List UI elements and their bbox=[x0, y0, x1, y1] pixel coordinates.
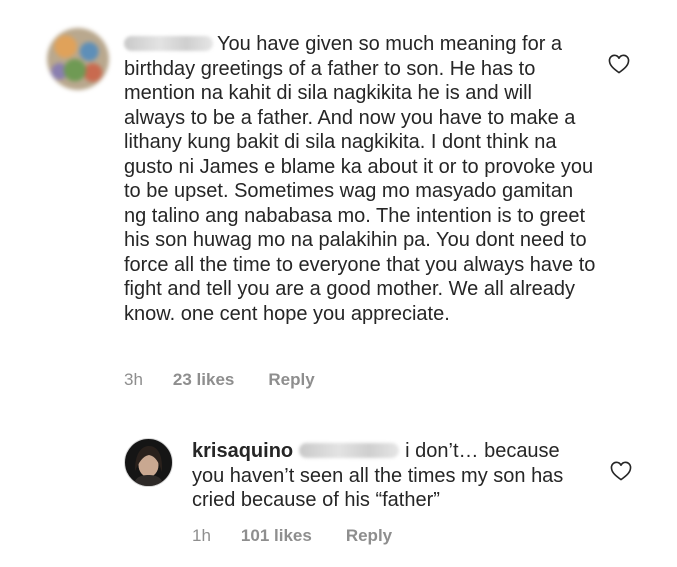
commenter-avatar[interactable] bbox=[47, 28, 109, 90]
heart-outline-icon bbox=[608, 54, 630, 74]
comment-meta: 1h 101 likes Reply bbox=[192, 526, 392, 546]
comment-mention[interactable] bbox=[299, 443, 400, 458]
comment-timestamp: 3h bbox=[124, 370, 143, 389]
comment-likes-count[interactable]: 23 likes bbox=[173, 370, 234, 390]
comment-likes-count[interactable]: 101 likes bbox=[241, 526, 312, 546]
comment-meta: 3h 23 likes Reply bbox=[124, 370, 315, 390]
heart-outline-icon bbox=[610, 461, 632, 481]
commenter-avatar[interactable] bbox=[124, 438, 173, 487]
comment-text: You have given so much meaning for a bir… bbox=[124, 33, 596, 325]
comment-timestamp: 1h bbox=[192, 526, 211, 545]
reply-button[interactable]: Reply bbox=[346, 526, 392, 546]
like-comment-button[interactable] bbox=[608, 54, 630, 74]
comment-username[interactable] bbox=[124, 36, 213, 51]
comment-username[interactable]: krisaquino bbox=[192, 440, 293, 462]
like-comment-button[interactable] bbox=[610, 461, 632, 481]
reply-body: krisaquino i don’t… because you haven’t s… bbox=[192, 439, 572, 513]
reply-button[interactable]: Reply bbox=[268, 370, 314, 390]
comment-body: You have given so much meaning for a bir… bbox=[124, 32, 596, 326]
